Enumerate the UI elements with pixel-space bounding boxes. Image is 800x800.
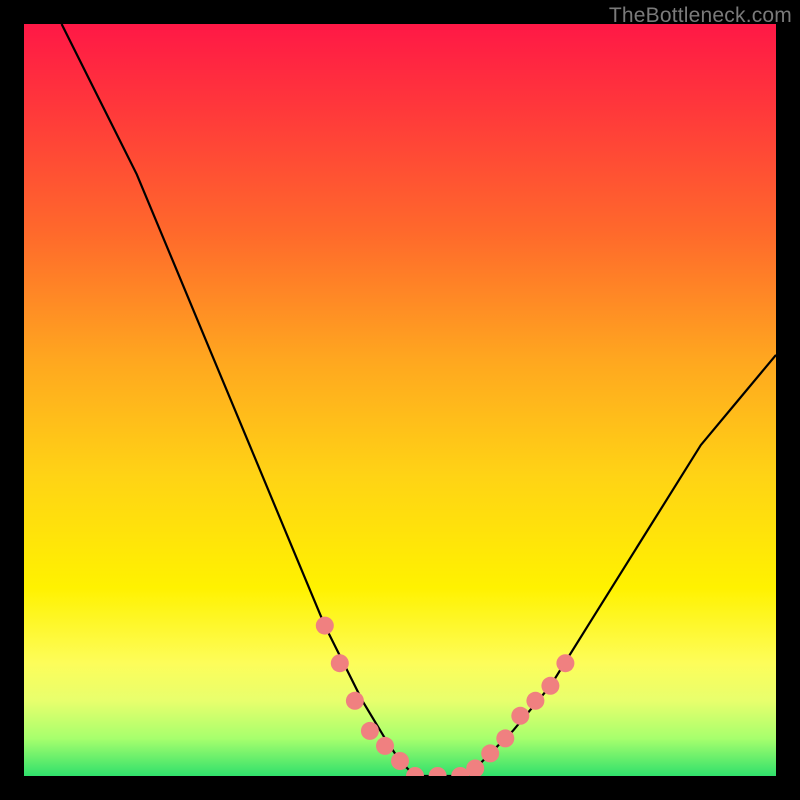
marker-point	[406, 767, 424, 776]
marker-point	[346, 692, 364, 710]
marker-point	[541, 677, 559, 695]
marker-point	[511, 707, 529, 725]
marker-group	[316, 617, 575, 776]
plot-area	[24, 24, 776, 776]
marker-point	[429, 767, 447, 776]
chart-frame: TheBottleneck.com	[0, 0, 800, 800]
marker-point	[331, 654, 349, 672]
curve-layer	[24, 24, 776, 776]
marker-point	[376, 737, 394, 755]
marker-point	[451, 767, 469, 776]
marker-point	[361, 722, 379, 740]
marker-point	[526, 692, 544, 710]
marker-point	[496, 729, 514, 747]
marker-point	[316, 617, 334, 635]
marker-point	[391, 752, 409, 770]
bottleneck-curve	[62, 24, 776, 776]
marker-point	[481, 744, 499, 762]
marker-point	[556, 654, 574, 672]
marker-point	[466, 760, 484, 777]
